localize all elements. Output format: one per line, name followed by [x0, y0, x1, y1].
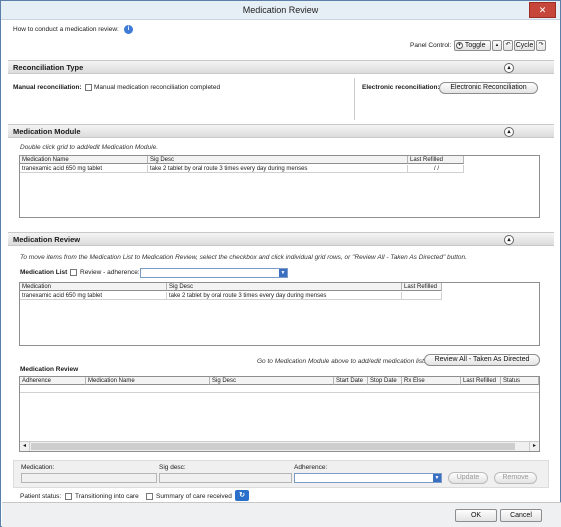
table-cell[interactable] [402, 292, 442, 300]
column-header[interactable]: Medication Name [86, 377, 210, 385]
medication-field[interactable] [21, 473, 157, 483]
editor-panel: Medication: Sig desc: Adherence: ▼ Updat… [13, 460, 549, 488]
goto-module-hint: Go to Medication Module above to add/edi… [257, 358, 426, 365]
column-header[interactable]: Medication Name [20, 156, 148, 164]
scroll-left-icon[interactable]: ◂ [20, 442, 30, 451]
review-all-button[interactable]: Review All - Taken As Directed [424, 354, 540, 366]
review-instructions: To move items from the Medication List t… [20, 254, 467, 261]
table-cell[interactable]: / / [408, 165, 464, 173]
column-header[interactable]: Start Date [334, 377, 368, 385]
electronic-reconciliation-button[interactable]: Electronic Reconciliation [439, 82, 538, 94]
adherence-select[interactable]: ▼ [140, 268, 288, 278]
review-adherence-label: Review - adherence: [80, 269, 140, 276]
panel-control-label: Panel Control: [410, 42, 452, 49]
cancel-button[interactable]: Cancel [500, 509, 542, 522]
close-button[interactable]: ✕ [529, 2, 556, 18]
toggle-button[interactable]: ▾ Toggle [454, 40, 491, 51]
medication-list-label: Medication List [20, 269, 68, 276]
column-header[interactable]: Rx Else [402, 377, 461, 385]
reconciliation-title: Reconciliation Type [13, 63, 84, 72]
column-header[interactable]: Last Refilled [402, 283, 442, 291]
medication-field-label: Medication: [21, 464, 55, 471]
column-header[interactable]: Sig Desc [148, 156, 408, 164]
electronic-reconciliation-label: Electronic reconciliation: [362, 84, 440, 91]
table-row[interactable] [20, 385, 539, 393]
column-header[interactable]: Last Refilled [461, 377, 501, 385]
section-divider [354, 78, 355, 120]
medication-review-window: Medication Review ✕ How to conduct a med… [0, 0, 561, 527]
column-header[interactable]: Status [501, 377, 539, 385]
table-cell[interactable]: take 2 tablet by oral route 3 times ever… [167, 292, 402, 300]
toggle-down-icon: ▾ [456, 41, 463, 49]
window-title: Medication Review [242, 5, 319, 15]
patient-status-label: Patient status: [20, 493, 62, 500]
adherence-dropdown[interactable]: ▼ [294, 473, 442, 483]
medication-review-title: Medication Review [13, 235, 81, 244]
medication-module-title: Medication Module [13, 127, 81, 136]
manual-reconciliation-text: Manual medication reconciliation complet… [94, 84, 221, 91]
column-header[interactable]: Stop Date [368, 377, 402, 385]
summary-label: Summary of care received [156, 493, 232, 500]
table-cell[interactable]: tranexamic acid 650 mg tablet [20, 165, 148, 173]
adherence-label: Adherence: [294, 464, 328, 471]
cycle-left-icon[interactable]: ↶ [503, 40, 513, 51]
table-cell[interactable]: tranexamic acid 650 mg tablet [20, 292, 167, 300]
medication-list-grid[interactable]: Medication Sig Desc Last Refilled tranex… [19, 282, 540, 346]
toggle-up-button[interactable]: ▴ [492, 40, 502, 51]
column-header[interactable]: Sig Desc [167, 283, 402, 291]
info-icon[interactable]: i [124, 25, 133, 34]
sig-desc-label: Sig desc: [159, 464, 186, 471]
column-header[interactable]: Medication [20, 283, 167, 291]
medication-review-header[interactable]: Medication Review ▴ [8, 232, 554, 246]
cycle-button[interactable]: Cycle [514, 40, 535, 51]
collapse-icon[interactable]: ▴ [504, 63, 514, 73]
column-header[interactable]: Sig Desc [210, 377, 334, 385]
column-header[interactable]: Last Refilled [408, 156, 464, 164]
horizontal-scrollbar[interactable]: ◂ ▸ [20, 441, 539, 451]
help-text: How to conduct a medication review: [13, 26, 119, 33]
ok-button[interactable]: OK [455, 509, 497, 522]
dialog-footer: OK Cancel [2, 502, 561, 527]
manual-reconciliation-label: Manual reconciliation: [13, 84, 82, 91]
medication-module-header[interactable]: Medication Module ▴ [8, 124, 554, 138]
chevron-down-icon[interactable]: ▼ [433, 474, 441, 482]
reconciliation-header[interactable]: Reconciliation Type ▴ [8, 60, 554, 74]
table-cell[interactable]: take 2 tablet by oral route 3 times ever… [148, 165, 408, 173]
review-adherence-checkbox[interactable] [70, 269, 77, 276]
medication-review-grid[interactable]: Adherence Medication Name Sig Desc Start… [19, 376, 540, 452]
refresh-icon[interactable]: ↻ [235, 490, 249, 501]
collapse-icon[interactable]: ▴ [504, 235, 514, 245]
sig-desc-field[interactable] [159, 473, 292, 483]
module-hint: Double click grid to add/edit Medication… [20, 144, 159, 151]
title-bar: Medication Review ✕ [1, 1, 560, 20]
cycle-right-icon[interactable]: ↷ [536, 40, 546, 51]
transitioning-checkbox[interactable] [65, 493, 72, 500]
scroll-right-icon[interactable]: ▸ [529, 442, 539, 451]
remove-button[interactable]: Remove [494, 472, 537, 484]
manual-reconciliation-checkbox[interactable] [85, 84, 92, 91]
summary-checkbox[interactable] [146, 493, 153, 500]
medication-module-grid[interactable]: Medication Name Sig Desc Last Refilled t… [19, 155, 540, 218]
collapse-icon[interactable]: ▴ [504, 127, 514, 137]
review-grid-label: Medication Review [20, 366, 79, 373]
toggle-label: Toggle [464, 42, 486, 49]
update-button[interactable]: Update [448, 472, 488, 484]
chevron-down-icon[interactable]: ▼ [279, 269, 287, 277]
column-header[interactable]: Adherence [20, 377, 86, 385]
scrollbar-thumb[interactable] [31, 443, 515, 450]
transitioning-label: Transitioning into care [75, 493, 139, 500]
